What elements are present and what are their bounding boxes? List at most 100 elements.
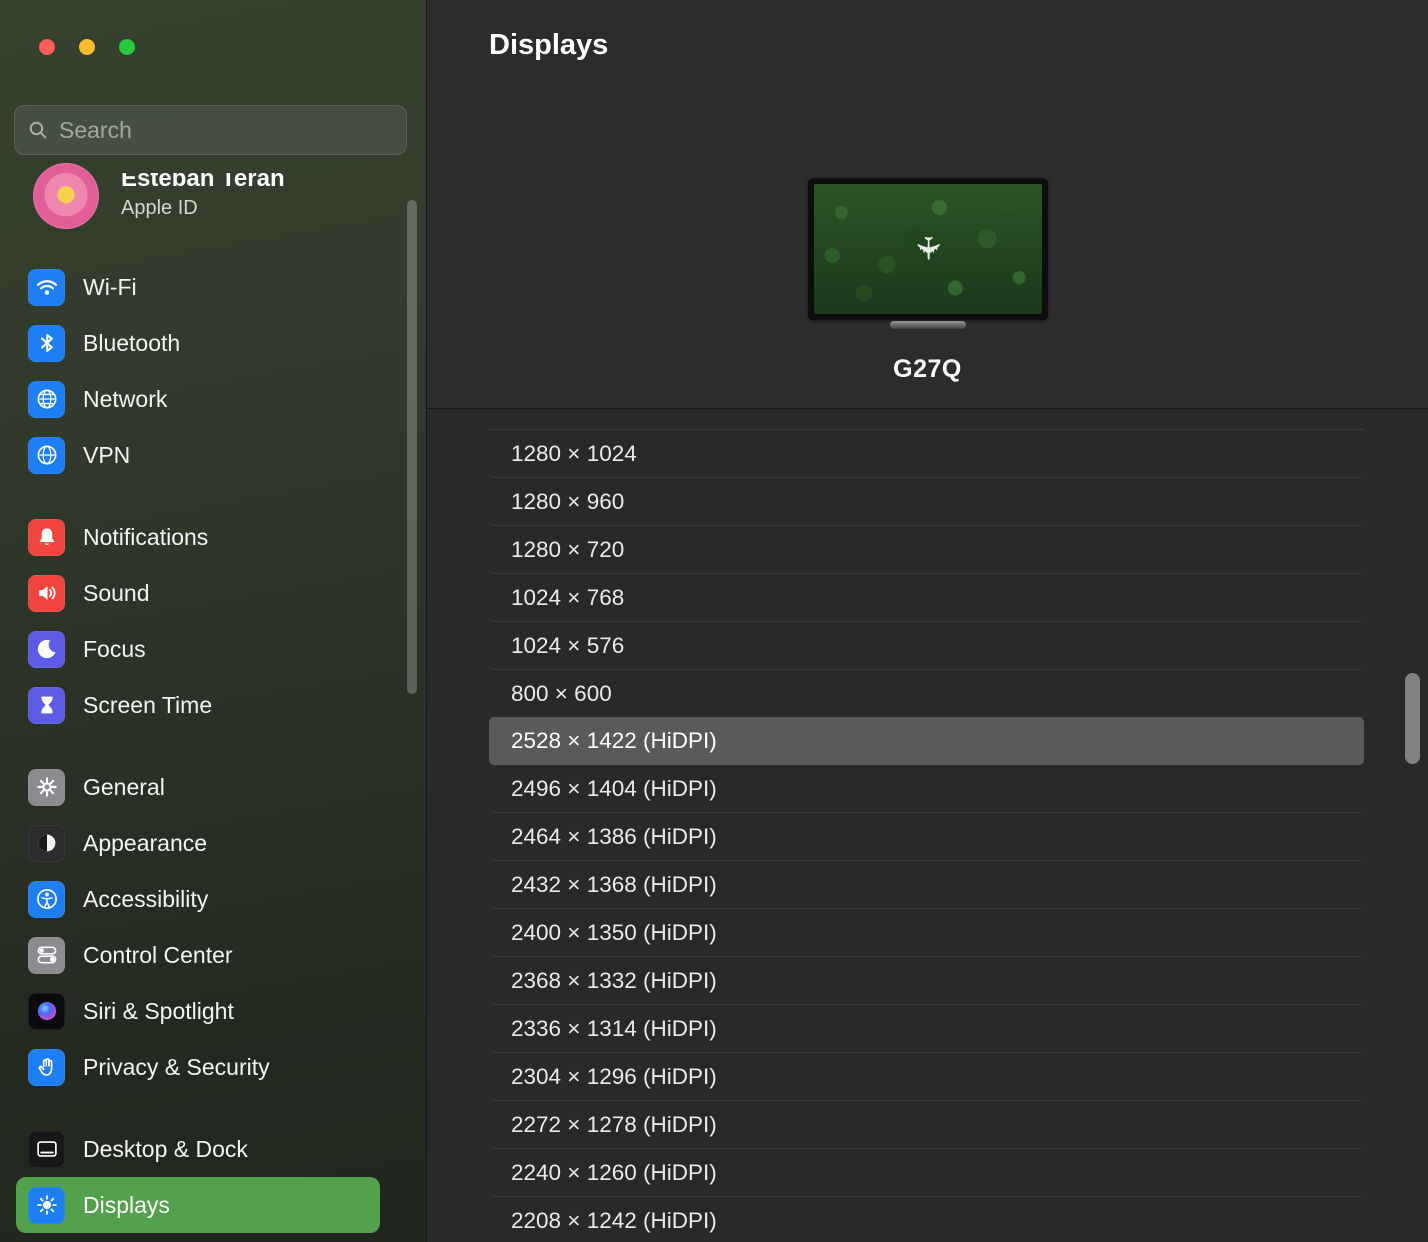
- sidebar-item-appearance[interactable]: Appearance: [16, 815, 380, 871]
- resolution-label: 2400 × 1350 (HiDPI): [511, 920, 717, 946]
- resolution-row-clipped: [489, 409, 1364, 430]
- wifi-icon: [28, 269, 65, 306]
- resolution-label: 2432 × 1368 (HiDPI): [511, 872, 717, 898]
- search-input[interactable]: [59, 117, 394, 144]
- resolution-row[interactable]: 2464 × 1386 (HiDPI): [489, 813, 1364, 861]
- resolution-row[interactable]: 1280 × 1024: [489, 430, 1364, 478]
- sidebar-item-label: Bluetooth: [83, 330, 180, 357]
- sidebar-item-label: Notifications: [83, 524, 208, 551]
- sidebar-item-label: Control Center: [83, 942, 233, 969]
- resolution-label: 800 × 600: [511, 681, 612, 707]
- resolution-label: 2336 × 1314 (HiDPI): [511, 1016, 717, 1042]
- sidebar-item-siri-spotlight[interactable]: Siri & Spotlight: [16, 983, 380, 1039]
- speaker-icon: [28, 575, 65, 612]
- resolution-row[interactable]: 1280 × 720: [489, 526, 1364, 574]
- moon-icon: [28, 631, 65, 668]
- sidebar-item-network[interactable]: Network: [16, 371, 380, 427]
- resolution-row[interactable]: 2336 × 1314 (HiDPI): [489, 1005, 1364, 1053]
- sidebar-item-wifi[interactable]: Wi-Fi: [16, 259, 380, 315]
- resolution-row[interactable]: 2208 × 1242 (HiDPI): [489, 1197, 1364, 1242]
- zoom-button[interactable]: [119, 39, 135, 55]
- sidebar-item-focus[interactable]: Focus: [16, 621, 380, 677]
- sidebar-item-label: Privacy & Security: [83, 1054, 270, 1081]
- sidebar-item-general[interactable]: General: [16, 759, 380, 815]
- resolution-row[interactable]: 2368 × 1332 (HiDPI): [489, 957, 1364, 1005]
- resolution-row-selected[interactable]: 2528 × 1422 (HiDPI): [489, 717, 1364, 765]
- close-button[interactable]: [39, 39, 55, 55]
- vpn-globe-icon: [28, 437, 65, 474]
- resolution-label: 2496 × 1404 (HiDPI): [511, 776, 717, 802]
- resolution-row[interactable]: 1024 × 768: [489, 574, 1364, 622]
- main-scrollbar[interactable]: [1405, 673, 1420, 764]
- dock-icon: [28, 1131, 65, 1168]
- resolution-row[interactable]: 2240 × 1260 (HiDPI): [489, 1149, 1364, 1197]
- sidebar-item-control-center[interactable]: Control Center: [16, 927, 380, 983]
- resolution-label: 2304 × 1296 (HiDPI): [511, 1064, 717, 1090]
- display-preview: ✈ G27Q: [427, 178, 1428, 384]
- resolution-label: 2464 × 1386 (HiDPI): [511, 824, 717, 850]
- resolution-label: 1280 × 960: [511, 489, 624, 515]
- sidebar-item-label: Desktop & Dock: [83, 1136, 248, 1163]
- sidebar-item-screen-time[interactable]: Screen Time: [16, 677, 380, 733]
- search-field[interactable]: [14, 105, 407, 155]
- sidebar-item-label: Network: [83, 386, 167, 413]
- brightness-icon: [28, 1187, 65, 1224]
- gear-icon: [28, 769, 65, 806]
- control-center-icon: [28, 937, 65, 974]
- apple-id-row[interactable]: Esteban Teran Apple ID: [33, 163, 285, 229]
- sidebar-scrollbar[interactable]: [407, 200, 417, 694]
- resolution-label: 1024 × 576: [511, 633, 624, 659]
- sidebar-item-sound[interactable]: Sound: [16, 565, 380, 621]
- profile-name: Esteban Teran: [121, 173, 285, 194]
- resolution-label: 1280 × 1024: [511, 441, 637, 467]
- minimize-button[interactable]: [79, 39, 95, 55]
- appearance-icon: [28, 825, 65, 862]
- sidebar-item-label: Focus: [83, 636, 146, 663]
- hourglass-icon: [28, 687, 65, 724]
- siri-icon: [28, 993, 65, 1030]
- resolution-row[interactable]: 800 × 600: [489, 670, 1364, 718]
- resolution-row[interactable]: 1024 × 576: [489, 622, 1364, 670]
- resolution-label: 1280 × 720: [511, 537, 624, 563]
- resolution-label: 2368 × 1332 (HiDPI): [511, 968, 717, 994]
- sidebar-item-displays[interactable]: Displays: [16, 1177, 380, 1233]
- resolution-list-region: 1280 × 1024 1280 × 960 1280 × 720 1024 × 76…: [427, 408, 1428, 1242]
- sidebar-item-bluetooth[interactable]: Bluetooth: [16, 315, 380, 371]
- main-pane: Displays ✈ G27Q 1280 × 10241280 × 960128…: [426, 0, 1428, 1242]
- sidebar-item-vpn[interactable]: VPN: [16, 427, 380, 483]
- sidebar-item-privacy-security[interactable]: Privacy & Security: [16, 1039, 380, 1095]
- sidebar-item-notifications[interactable]: Notifications: [16, 509, 380, 565]
- airplane-icon: ✈: [909, 235, 947, 262]
- sidebar-item-label: General: [83, 774, 165, 801]
- resolution-row[interactable]: 1280 × 960: [489, 478, 1364, 526]
- sidebar-item-accessibility[interactable]: Accessibility: [16, 871, 380, 927]
- accessibility-icon: [28, 881, 65, 918]
- sidebar-item-label: Siri & Spotlight: [83, 998, 234, 1025]
- resolution-row[interactable]: 2496 × 1404 (HiDPI): [489, 765, 1364, 813]
- monitor-stand: [890, 321, 966, 329]
- resolution-label: 2208 × 1242 (HiDPI): [511, 1208, 717, 1234]
- monitor-image: ✈: [808, 178, 1048, 320]
- resolution-label: 2528 × 1422 (HiDPI): [511, 728, 717, 754]
- sidebar: Esteban Teran Apple ID Wi-Fi Bluetooth Net…: [0, 0, 426, 1242]
- globe-icon: [28, 381, 65, 418]
- sidebar-item-desktop-dock[interactable]: Desktop & Dock: [16, 1121, 380, 1177]
- window-controls: [39, 39, 135, 55]
- resolution-row[interactable]: 2432 × 1368 (HiDPI): [489, 861, 1364, 909]
- sidebar-item-label: Displays: [83, 1192, 170, 1219]
- sidebar-item-label: Sound: [83, 580, 150, 607]
- sidebar-item-label: Accessibility: [83, 886, 208, 913]
- resolution-row[interactable]: 2304 × 1296 (HiDPI): [489, 1053, 1364, 1101]
- resolution-row[interactable]: 2272 × 1278 (HiDPI): [489, 1101, 1364, 1149]
- resolution-label: 1024 × 768: [511, 585, 624, 611]
- display-name: G27Q: [893, 355, 962, 384]
- hand-icon: [28, 1049, 65, 1086]
- resolution-label: 2272 × 1278 (HiDPI): [511, 1112, 717, 1138]
- resolution-label: 2240 × 1260 (HiDPI): [511, 1160, 717, 1186]
- bluetooth-icon: [28, 325, 65, 362]
- avatar: [33, 163, 99, 229]
- bell-icon: [28, 519, 65, 556]
- page-title: Displays: [489, 29, 608, 62]
- resolution-row[interactable]: 2400 × 1350 (HiDPI): [489, 909, 1364, 957]
- sidebar-item-label: Screen Time: [83, 692, 212, 719]
